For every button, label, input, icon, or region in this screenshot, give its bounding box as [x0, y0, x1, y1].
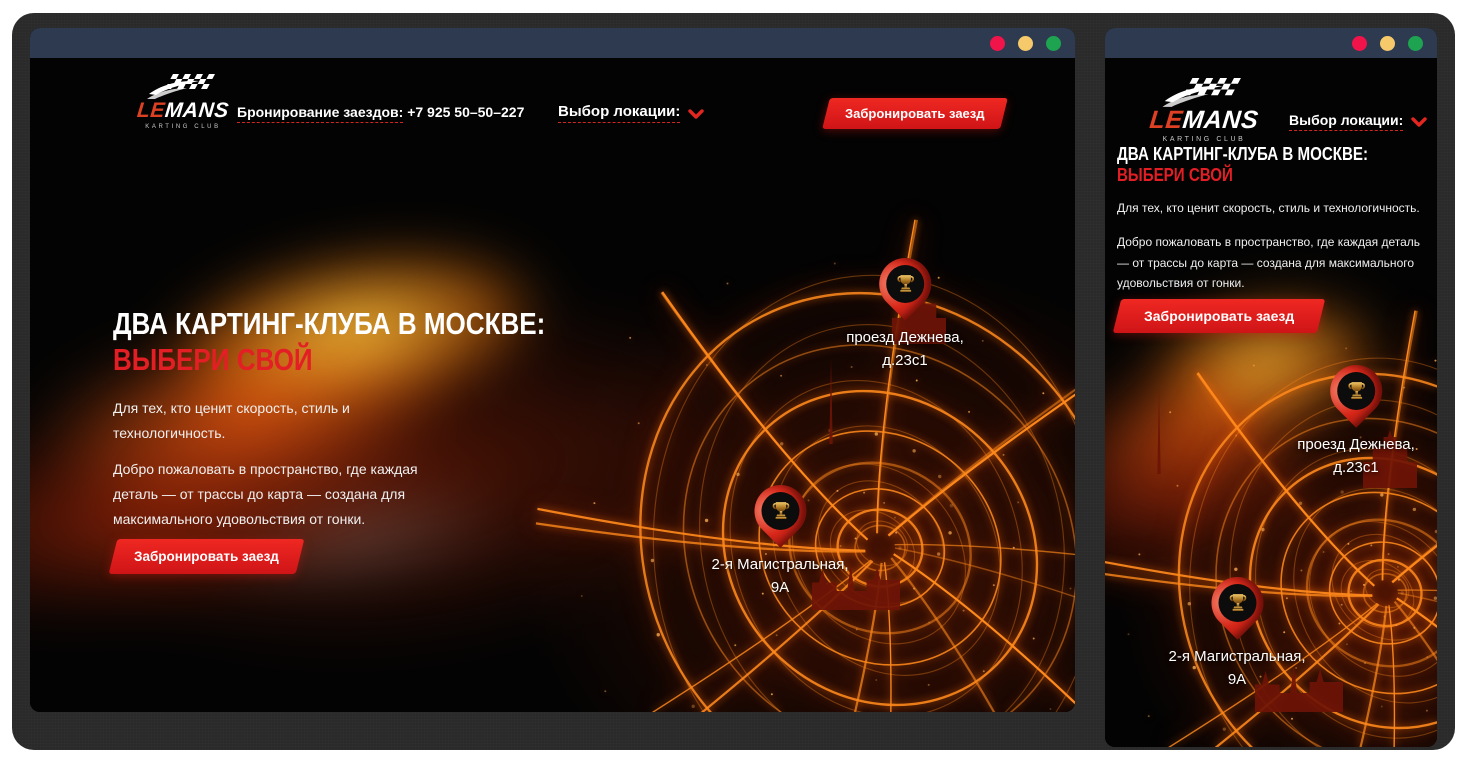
hero-paragraph-1: Для тех, кто ценит скорость, стиль и тех…: [1117, 198, 1435, 218]
page-title-red: ВЫБЕРИ СВОЙ: [1117, 165, 1382, 186]
chevron-down-icon: [688, 109, 704, 120]
page-title: ДВА КАРТИНГ-КЛУБА В МОСКВЕ: ВЫБЕРИ СВОЙ: [1117, 144, 1433, 186]
pin-label-dezhneva: проезд Дежнева,д.23с1: [1297, 433, 1415, 480]
page-title: ДВА КАРТИНГ-КЛУБА В МОСКВЕ: ВЫБЕРИ СВОЙ: [113, 306, 443, 378]
hero-paragraph-2: Добро пожаловать в пространство, где каж…: [113, 457, 421, 532]
logo[interactable]: LEMANS KARTING CLUB: [1141, 78, 1267, 143]
map-pin-magistralnaya: 2-я Магистральная,9А: [711, 485, 848, 600]
trophy-icon: [893, 272, 918, 297]
logo-mans: MANS: [164, 99, 230, 122]
location-select[interactable]: Выбор локации:: [1289, 112, 1427, 131]
location-select[interactable]: Выбор локации:: [558, 103, 704, 123]
window-dot-red[interactable]: [990, 36, 1005, 51]
trophy-icon: [1344, 379, 1369, 404]
map-pin-magistralnaya: 2-я Магистральная,9А: [1168, 577, 1305, 692]
logo-mans: MANS: [1181, 106, 1260, 134]
desktop-browser-window: LEMANS KARTING CLUB Бронирование заездов…: [30, 28, 1075, 712]
logo[interactable]: LEMANS KARTING CLUB: [131, 74, 235, 130]
booking-label-link[interactable]: Бронирование заездов:: [237, 104, 403, 123]
book-ride-button-hero[interactable]: Забронировать заезд: [109, 539, 305, 574]
book-ride-button-hero[interactable]: Забронировать заезд: [1113, 299, 1326, 333]
logo-tagline: KARTING CLUB: [131, 124, 235, 130]
window-dot-yellow[interactable]: [1380, 36, 1395, 51]
hero-copy: ДВА КАРТИНГ-КЛУБА В МОСКВЕ: ВЫБЕРИ СВОЙ …: [113, 306, 443, 574]
location-pin-icon: [1200, 566, 1274, 640]
logo-le: LE: [136, 99, 166, 122]
window-titlebar: [30, 28, 1075, 58]
window-dot-green[interactable]: [1408, 36, 1423, 51]
logo-tagline: KARTING CLUB: [1141, 136, 1267, 143]
window-dot-yellow[interactable]: [1018, 36, 1033, 51]
window-titlebar: [1105, 28, 1437, 58]
trophy-icon: [1225, 591, 1250, 616]
window-dot-green[interactable]: [1046, 36, 1061, 51]
book-ride-button-header[interactable]: Забронировать заезд: [822, 98, 1007, 129]
pin-label-magistralnaya: 2-я Магистральная,9А: [711, 553, 848, 600]
site-header: LEMANS KARTING CLUB Бронирование заездов…: [30, 70, 1075, 162]
window-dot-red[interactable]: [1352, 36, 1367, 51]
hero-copy: ДВА КАРТИНГ-КЛУБА В МОСКВЕ: ВЫБЕРИ СВОЙ …: [1117, 144, 1433, 333]
trophy-icon: [768, 499, 793, 524]
map-pin-dezhneva: проезд Дежнева,д.23с1: [1297, 365, 1415, 480]
hero-paragraph-2: Добро пожаловать в пространство, где каж…: [1117, 232, 1435, 293]
location-label[interactable]: Выбор локации:: [1289, 112, 1403, 131]
pin-label-dezhneva: проезд Дежнева,д.23с1: [846, 326, 964, 373]
pin-label-magistralnaya: 2-я Магистральная,9А: [1168, 645, 1305, 692]
site-page-mobile: LEMANS KARTING CLUB Выбор локации: ДВА К…: [1105, 58, 1437, 747]
location-pin-icon: [868, 247, 942, 321]
location-label[interactable]: Выбор локации:: [558, 103, 680, 123]
map-pin-dezhneva: проезд Дежнева,д.23с1: [846, 258, 964, 373]
dark-backdrop: LEMANS KARTING CLUB Бронирование заездов…: [12, 13, 1455, 750]
chevron-down-icon: [1411, 117, 1427, 128]
checkered-flag-icon: [1161, 78, 1247, 108]
booking-phone[interactable]: Бронирование заездов: +7 925 50–50–227: [237, 104, 524, 120]
logo-le: LE: [1148, 106, 1184, 134]
mobile-browser-window: LEMANS KARTING CLUB Выбор локации: ДВА К…: [1105, 28, 1437, 747]
page-title-red: ВЫБЕРИ СВОЙ: [113, 342, 390, 378]
location-pin-icon: [1319, 354, 1393, 428]
site-page: LEMANS KARTING CLUB Бронирование заездов…: [30, 58, 1075, 712]
location-pin-icon: [743, 474, 817, 548]
phone-number: +7 925 50–50–227: [407, 104, 524, 120]
checkered-flag-icon: [147, 74, 219, 100]
hero-paragraph-1: Для тех, кто ценит скорость, стиль и тех…: [113, 396, 421, 446]
